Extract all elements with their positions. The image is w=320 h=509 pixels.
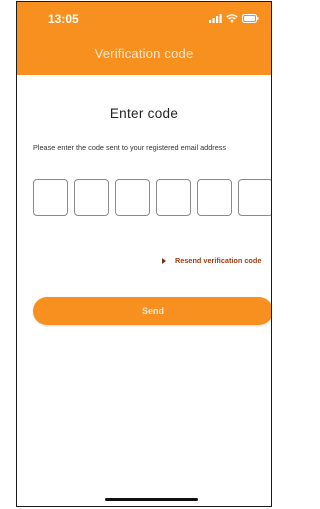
code-digit-input-4[interactable] [156,179,191,216]
home-indicator [105,498,198,501]
status-time: 13:05 [48,12,79,26]
code-digit-input-3[interactable] [115,179,150,216]
code-digit-input-2[interactable] [74,179,109,216]
code-digit-input-1[interactable] [33,179,68,216]
code-input-row [33,179,271,216]
send-button-label: Send [141,306,164,316]
resend-code-link[interactable]: Resend verification code [162,256,261,265]
status-icons [209,14,259,23]
battery-icon [242,14,259,23]
code-digit-input-5[interactable] [197,179,232,216]
code-digit-input-6[interactable] [238,179,271,216]
send-button[interactable]: Send [33,297,271,325]
page-title: Verification code [94,46,194,61]
app-header: 13:05 Verification code [17,2,271,75]
signal-icon [209,14,222,23]
enter-code-heading: Enter code [109,106,179,121]
play-icon [162,257,166,264]
phone-screen: 13:05 Verification code Enter code Pleas… [16,1,272,507]
wifi-icon [226,14,238,23]
status-bar: 13:05 [17,2,271,38]
resend-code-label: Resend verification code [175,256,262,265]
instruction-text: Please enter the code sent to your regis… [33,143,227,152]
